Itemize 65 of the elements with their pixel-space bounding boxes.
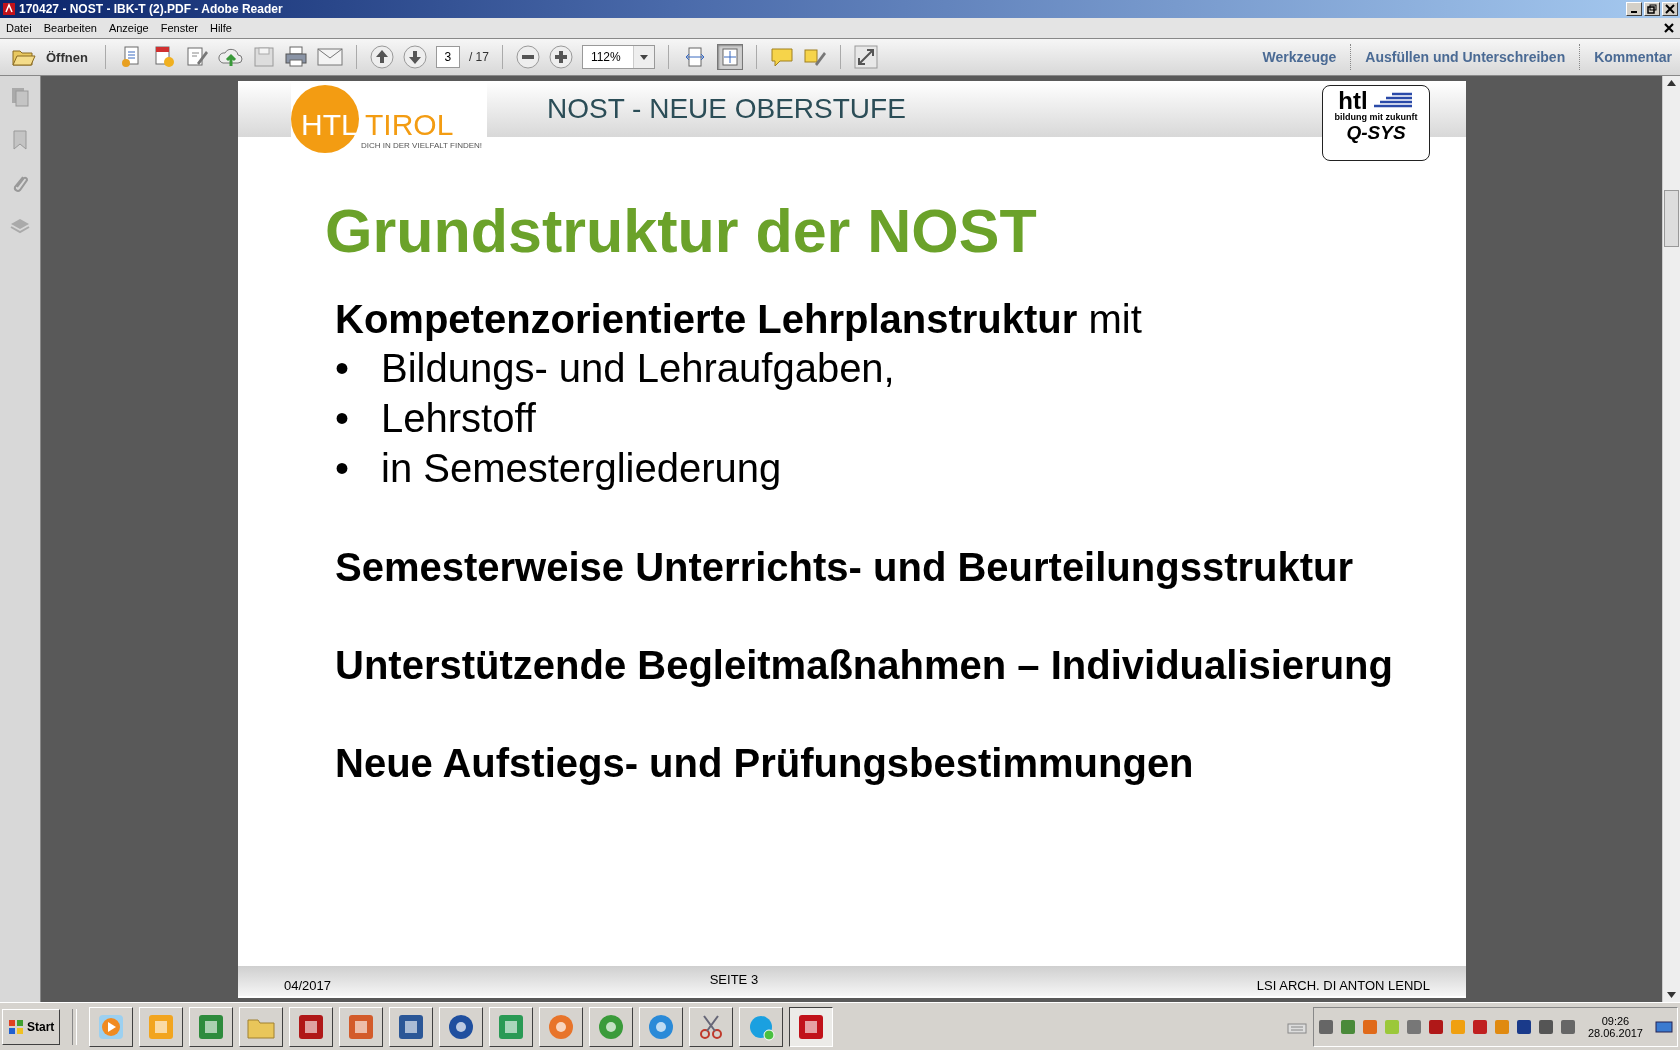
section-heading: Neue Aufstiegs- und Prüfungsbestimmungen (335, 740, 1195, 787)
minimize-button[interactable] (1626, 2, 1642, 16)
open-button[interactable]: Öffnen (8, 48, 92, 66)
toolbar-link[interactable]: Ausfüllen und Unterschreiben (1365, 49, 1566, 65)
menu-item[interactable]: Anzeige (108, 22, 149, 34)
menu-item[interactable]: Hilfe (209, 22, 232, 34)
htl-qsys-logo: htl bildung mit zukunft Q-SYS (1322, 85, 1430, 161)
scroll-thumb[interactable] (1664, 190, 1679, 247)
slide-header-title: NOST - NEUE OBERSTUFE (547, 93, 906, 125)
lead-text: Kompetenzorientierte Lehrplanstruktur mit (335, 296, 1143, 343)
expand-icon[interactable] (853, 45, 878, 69)
tray-icon[interactable] (1405, 1018, 1422, 1035)
bullet-text: in Semestergliederung (381, 445, 782, 492)
start-logo-icon (8, 1018, 24, 1035)
next-page-icon[interactable] (402, 45, 427, 69)
clock-time: 09:26 (1601, 1014, 1630, 1027)
toolbar-link[interactable]: Kommentar (1594, 49, 1672, 65)
envelope-icon[interactable] (316, 47, 343, 67)
bullet-marker: • (335, 395, 350, 442)
fit-width-icon (684, 47, 705, 67)
highlight-pen-icon[interactable] (802, 46, 827, 68)
tray-icon[interactable] (1515, 1018, 1532, 1035)
bullet-marker: • (335, 345, 350, 392)
edit-document-icon[interactable] (184, 45, 209, 69)
toolbar-link[interactable]: Werkzeuge (1262, 49, 1337, 65)
scrollbar[interactable] (1662, 76, 1680, 1002)
bullet-marker: • (335, 445, 350, 492)
page-total: / 17 (468, 50, 489, 64)
page-number-field[interactable]: 3 (435, 46, 460, 68)
window-title: 170427 - NOST - IBK-T (2).PDF - Adobe Reader (19, 2, 283, 16)
show-desktop-icon[interactable] (1655, 1019, 1673, 1034)
restore-icon (1647, 4, 1657, 14)
bullet-text: Lehrstoff (381, 395, 536, 442)
minimize-icon (1631, 11, 1637, 13)
folder-icon (12, 48, 36, 66)
menu-item[interactable]: Bearbeiten (43, 22, 97, 34)
tray-icon[interactable] (1537, 1018, 1554, 1035)
caret-icon (639, 54, 648, 60)
menu-item[interactable]: Fenster (160, 22, 198, 34)
tray-icon[interactable] (1317, 1018, 1334, 1035)
clock-date: 28.06.2017 (1587, 1026, 1643, 1039)
close-button[interactable] (1662, 2, 1678, 16)
previous-page-icon[interactable] (369, 45, 394, 69)
tray-icon[interactable] (1471, 1018, 1488, 1035)
zoom-in-icon[interactable] (548, 45, 573, 69)
slide-heading: Grundstruktur der NOST (325, 197, 1038, 265)
footer-date: 04/2017 (284, 978, 331, 993)
taskbar-app-button[interactable] (789, 1006, 834, 1047)
close-icon (1665, 4, 1675, 14)
tray-icon[interactable] (1559, 1018, 1576, 1035)
zoom-dropdown[interactable]: 112% (581, 45, 655, 69)
restore-button[interactable] (1644, 2, 1660, 16)
footer-author: LSI ARCH. DI ANTON LENDL (1256, 978, 1430, 993)
section-heading: Unterstützende Begleitmaßnahmen – Individualisierung (335, 642, 1394, 689)
zoom-out-icon[interactable] (515, 45, 540, 69)
bullet-text: Bildungs- und Lehraufgaben, (381, 345, 895, 392)
fit-page-button[interactable] (716, 44, 743, 70)
tray-icon[interactable] (1427, 1018, 1444, 1035)
fit-page-icon (719, 47, 740, 67)
menu-item[interactable]: Datei (6, 22, 32, 34)
start-button[interactable]: Start (2, 1008, 61, 1045)
print-icon[interactable] (283, 45, 308, 69)
section-heading: Semesterweise Unterrichts- und Beurteilungsstruktur (335, 544, 1355, 591)
footer-page: SEITE 3 (709, 972, 760, 987)
close-document-icon[interactable] (1664, 23, 1674, 33)
